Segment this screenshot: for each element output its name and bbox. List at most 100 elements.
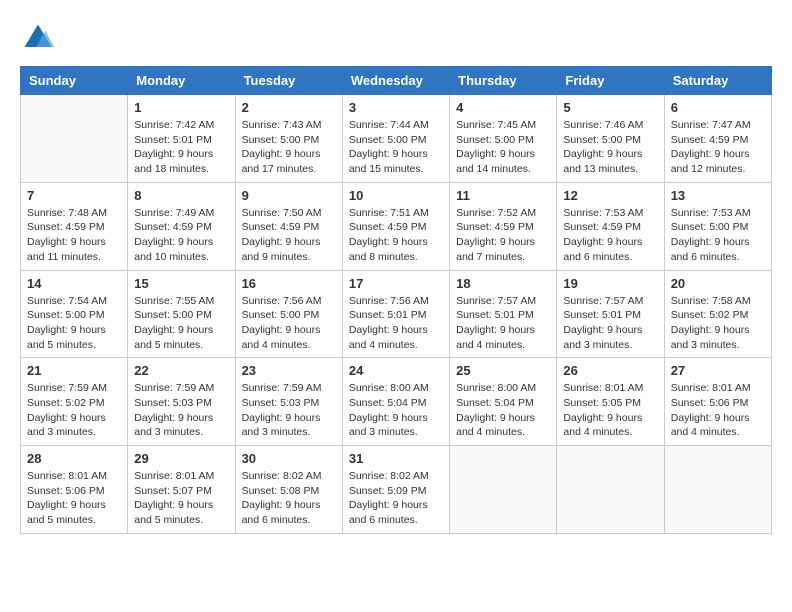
day-detail: Sunrise: 7:57 AM Sunset: 5:01 PM Dayligh…: [563, 294, 657, 353]
day-number: 5: [563, 100, 657, 115]
day-cell: [21, 95, 128, 183]
day-detail: Sunrise: 8:01 AM Sunset: 5:07 PM Dayligh…: [134, 469, 228, 528]
day-cell: 1 Sunrise: 7:42 AM Sunset: 5:01 PM Daylig…: [128, 95, 235, 183]
logo: [20, 20, 62, 56]
day-cell: 28 Sunrise: 8:01 AM Sunset: 5:06 PM Dayli…: [21, 446, 128, 534]
day-detail: Sunrise: 7:49 AM Sunset: 4:59 PM Dayligh…: [134, 206, 228, 265]
day-cell: 2 Sunrise: 7:43 AM Sunset: 5:00 PM Daylig…: [235, 95, 342, 183]
day-detail: Sunrise: 8:01 AM Sunset: 5:06 PM Dayligh…: [27, 469, 121, 528]
day-number: 24: [349, 363, 443, 378]
day-cell: 10Sunrise: 7:51 AM Sunset: 4:59 PM Dayli…: [342, 182, 449, 270]
calendar-body: 1 Sunrise: 7:42 AM Sunset: 5:01 PM Daylig…: [21, 95, 772, 534]
day-detail: Sunrise: 7:56 AM Sunset: 5:00 PM Dayligh…: [242, 294, 336, 353]
day-detail: Sunrise: 7:56 AM Sunset: 5:01 PM Dayligh…: [349, 294, 443, 353]
day-number: 14: [27, 276, 121, 291]
day-cell: 11 Sunrise: 7:52 AM Sunset: 4:59 PM Dayli…: [450, 182, 557, 270]
day-detail: Sunrise: 7:58 AM Sunset: 5:02 PM Dayligh…: [671, 294, 765, 353]
header-cell-friday: Friday: [557, 67, 664, 95]
day-number: 23: [242, 363, 336, 378]
day-detail: Sunrise: 8:02 AM Sunset: 5:09 PM Dayligh…: [349, 469, 443, 528]
day-cell: 25 Sunrise: 8:00 AM Sunset: 5:04 PM Dayli…: [450, 358, 557, 446]
header-row: SundayMondayTuesdayWednesdayThursdayFrid…: [21, 67, 772, 95]
day-cell: [450, 446, 557, 534]
day-cell: [664, 446, 771, 534]
day-detail: Sunrise: 8:00 AM Sunset: 5:04 PM Dayligh…: [456, 381, 550, 440]
day-detail: Sunrise: 7:52 AM Sunset: 4:59 PM Dayligh…: [456, 206, 550, 265]
day-cell: 24 Sunrise: 8:00 AM Sunset: 5:04 PM Dayli…: [342, 358, 449, 446]
day-number: 6: [671, 100, 765, 115]
page-header: [20, 20, 772, 56]
calendar-header: SundayMondayTuesdayWednesdayThursdayFrid…: [21, 67, 772, 95]
day-number: 28: [27, 451, 121, 466]
day-number: 7: [27, 188, 121, 203]
day-detail: Sunrise: 7:44 AM Sunset: 5:00 PM Dayligh…: [349, 118, 443, 177]
day-cell: 4 Sunrise: 7:45 AM Sunset: 5:00 PM Daylig…: [450, 95, 557, 183]
day-number: 18: [456, 276, 550, 291]
day-number: 29: [134, 451, 228, 466]
day-number: 15: [134, 276, 228, 291]
day-detail: Sunrise: 7:59 AM Sunset: 5:03 PM Dayligh…: [134, 381, 228, 440]
day-cell: 22 Sunrise: 7:59 AM Sunset: 5:03 PM Dayli…: [128, 358, 235, 446]
day-number: 26: [563, 363, 657, 378]
week-row-5: 28 Sunrise: 8:01 AM Sunset: 5:06 PM Dayli…: [21, 446, 772, 534]
day-detail: Sunrise: 7:53 AM Sunset: 5:00 PM Dayligh…: [671, 206, 765, 265]
day-detail: Sunrise: 7:45 AM Sunset: 5:00 PM Dayligh…: [456, 118, 550, 177]
day-cell: 19Sunrise: 7:57 AM Sunset: 5:01 PM Dayli…: [557, 270, 664, 358]
header-cell-thursday: Thursday: [450, 67, 557, 95]
day-detail: Sunrise: 7:59 AM Sunset: 5:02 PM Dayligh…: [27, 381, 121, 440]
day-number: 22: [134, 363, 228, 378]
day-number: 21: [27, 363, 121, 378]
day-number: 31: [349, 451, 443, 466]
day-number: 11: [456, 188, 550, 203]
day-detail: Sunrise: 7:54 AM Sunset: 5:00 PM Dayligh…: [27, 294, 121, 353]
day-cell: 30Sunrise: 8:02 AM Sunset: 5:08 PM Dayli…: [235, 446, 342, 534]
week-row-1: 1 Sunrise: 7:42 AM Sunset: 5:01 PM Daylig…: [21, 95, 772, 183]
week-row-4: 21 Sunrise: 7:59 AM Sunset: 5:02 PM Dayli…: [21, 358, 772, 446]
day-cell: 18 Sunrise: 7:57 AM Sunset: 5:01 PM Dayli…: [450, 270, 557, 358]
day-number: 25: [456, 363, 550, 378]
day-detail: Sunrise: 7:47 AM Sunset: 4:59 PM Dayligh…: [671, 118, 765, 177]
logo-icon: [20, 20, 56, 56]
day-cell: [557, 446, 664, 534]
day-cell: 29 Sunrise: 8:01 AM Sunset: 5:07 PM Dayli…: [128, 446, 235, 534]
header-cell-sunday: Sunday: [21, 67, 128, 95]
day-detail: Sunrise: 7:48 AM Sunset: 4:59 PM Dayligh…: [27, 206, 121, 265]
day-cell: 12Sunrise: 7:53 AM Sunset: 4:59 PM Dayli…: [557, 182, 664, 270]
day-detail: Sunrise: 7:57 AM Sunset: 5:01 PM Dayligh…: [456, 294, 550, 353]
day-detail: Sunrise: 7:51 AM Sunset: 4:59 PM Dayligh…: [349, 206, 443, 265]
day-number: 1: [134, 100, 228, 115]
day-number: 16: [242, 276, 336, 291]
day-cell: 21 Sunrise: 7:59 AM Sunset: 5:02 PM Dayli…: [21, 358, 128, 446]
day-cell: 9Sunrise: 7:50 AM Sunset: 4:59 PM Daylig…: [235, 182, 342, 270]
day-detail: Sunrise: 7:59 AM Sunset: 5:03 PM Dayligh…: [242, 381, 336, 440]
day-cell: 14 Sunrise: 7:54 AM Sunset: 5:00 PM Dayli…: [21, 270, 128, 358]
day-detail: Sunrise: 7:42 AM Sunset: 5:01 PM Dayligh…: [134, 118, 228, 177]
day-cell: 5Sunrise: 7:46 AM Sunset: 5:00 PM Daylig…: [557, 95, 664, 183]
day-number: 12: [563, 188, 657, 203]
day-cell: 31 Sunrise: 8:02 AM Sunset: 5:09 PM Dayli…: [342, 446, 449, 534]
day-number: 4: [456, 100, 550, 115]
day-detail: Sunrise: 8:00 AM Sunset: 5:04 PM Dayligh…: [349, 381, 443, 440]
header-cell-tuesday: Tuesday: [235, 67, 342, 95]
day-detail: Sunrise: 8:01 AM Sunset: 5:06 PM Dayligh…: [671, 381, 765, 440]
header-cell-monday: Monday: [128, 67, 235, 95]
day-number: 8: [134, 188, 228, 203]
day-cell: 6 Sunrise: 7:47 AM Sunset: 4:59 PM Daylig…: [664, 95, 771, 183]
day-cell: 23 Sunrise: 7:59 AM Sunset: 5:03 PM Dayli…: [235, 358, 342, 446]
day-cell: 8 Sunrise: 7:49 AM Sunset: 4:59 PM Daylig…: [128, 182, 235, 270]
day-detail: Sunrise: 7:43 AM Sunset: 5:00 PM Dayligh…: [242, 118, 336, 177]
day-cell: 3Sunrise: 7:44 AM Sunset: 5:00 PM Daylig…: [342, 95, 449, 183]
day-number: 13: [671, 188, 765, 203]
day-cell: 16 Sunrise: 7:56 AM Sunset: 5:00 PM Dayli…: [235, 270, 342, 358]
day-cell: 26Sunrise: 8:01 AM Sunset: 5:05 PM Dayli…: [557, 358, 664, 446]
day-cell: 15 Sunrise: 7:55 AM Sunset: 5:00 PM Dayli…: [128, 270, 235, 358]
day-number: 27: [671, 363, 765, 378]
day-number: 30: [242, 451, 336, 466]
day-cell: 7 Sunrise: 7:48 AM Sunset: 4:59 PM Daylig…: [21, 182, 128, 270]
day-cell: 17Sunrise: 7:56 AM Sunset: 5:01 PM Dayli…: [342, 270, 449, 358]
day-detail: Sunrise: 7:55 AM Sunset: 5:00 PM Dayligh…: [134, 294, 228, 353]
week-row-2: 7 Sunrise: 7:48 AM Sunset: 4:59 PM Daylig…: [21, 182, 772, 270]
calendar-table: SundayMondayTuesdayWednesdayThursdayFrid…: [20, 66, 772, 534]
day-cell: 20Sunrise: 7:58 AM Sunset: 5:02 PM Dayli…: [664, 270, 771, 358]
day-number: 2: [242, 100, 336, 115]
